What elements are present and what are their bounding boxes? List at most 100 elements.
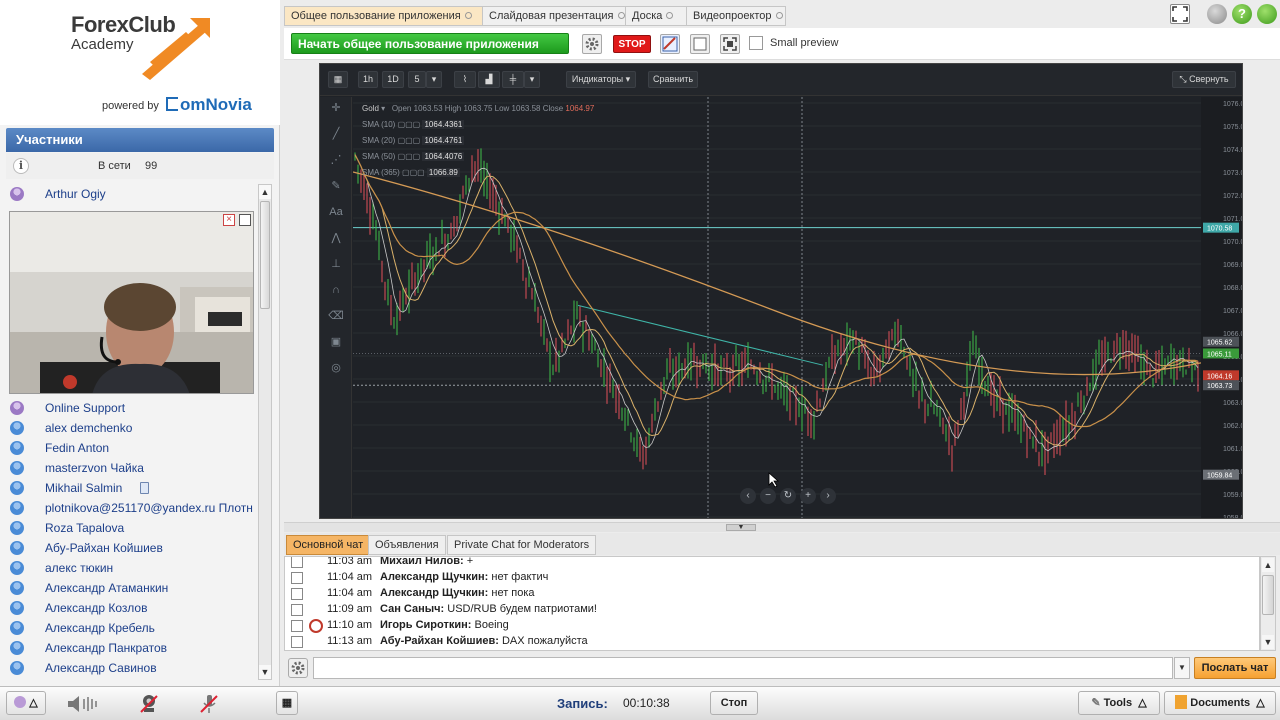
- text-tool-icon[interactable]: Aa: [328, 205, 344, 219]
- panel-splitter[interactable]: ▼: [284, 522, 1280, 532]
- message-checkbox[interactable]: [291, 557, 303, 568]
- documents-button[interactable]: Documents △: [1164, 691, 1276, 715]
- scroll-left-icon[interactable]: ‹: [740, 488, 756, 504]
- message-checkbox[interactable]: [291, 604, 303, 616]
- tab-announcements[interactable]: Объявления: [368, 535, 446, 555]
- phone-dial-icon[interactable]: ▦: [276, 691, 298, 715]
- region-select-icon[interactable]: [720, 34, 740, 54]
- participant-item[interactable]: alex demchenko: [6, 418, 258, 438]
- record-label: Запись:: [557, 696, 608, 711]
- message-time: 11:04 am: [327, 571, 373, 583]
- interval-5[interactable]: 5: [408, 71, 426, 88]
- participants-scrollbar[interactable]: ▲ ▼: [258, 184, 272, 680]
- participant-presenter[interactable]: Arthur Ogiy: [6, 184, 258, 204]
- compare-button[interactable]: Сравнить: [648, 71, 698, 88]
- info-icon[interactable]: i: [13, 158, 29, 174]
- tab-slides[interactable]: Слайдовая презентация: [482, 6, 626, 26]
- fib-icon[interactable]: ⋰: [328, 153, 344, 167]
- record-stop-button[interactable]: Стоп: [710, 691, 758, 715]
- interval-1d[interactable]: 1D: [382, 71, 404, 88]
- participant-item[interactable]: Roza Tapalova: [6, 518, 258, 538]
- participant-item[interactable]: Абу-Райхан Койшиев: [6, 538, 258, 558]
- participant-item[interactable]: Александр Козлов: [6, 598, 258, 618]
- collapse-arrow-icon[interactable]: ▼: [726, 524, 756, 531]
- settings-gear-icon[interactable]: [1207, 4, 1227, 24]
- participant-item[interactable]: Online Support: [6, 398, 258, 418]
- help-icon[interactable]: ?: [1232, 4, 1252, 24]
- chat-input[interactable]: [313, 657, 1173, 679]
- brush-icon[interactable]: ✎: [328, 179, 344, 193]
- tab-whiteboard[interactable]: Доска: [625, 6, 687, 26]
- reset-icon[interactable]: ↻: [780, 488, 796, 504]
- participant-item[interactable]: Mikhail Salmin: [6, 478, 258, 498]
- ma-label: SMA (50): [362, 152, 396, 161]
- collapse-button[interactable]: ⤡ Свернуть: [1172, 71, 1236, 88]
- message-checkbox[interactable]: [291, 588, 303, 600]
- recipient-dropdown-icon[interactable]: ▼: [1174, 657, 1190, 679]
- tab-video-projector[interactable]: Видеопроектор: [686, 6, 786, 26]
- chat-settings-gear-icon[interactable]: [288, 658, 308, 678]
- chart-layout-icon[interactable]: ▦: [328, 71, 348, 88]
- participant-item[interactable]: plotnikova@251170@yandex.ru Плотн: [6, 498, 258, 518]
- scroll-down-icon[interactable]: ▼: [259, 665, 271, 679]
- scroll-right-icon[interactable]: ›: [820, 488, 836, 504]
- chat-message: 11:04 am Александр Щучкин: нет пока: [285, 586, 1255, 602]
- participant-item[interactable]: Fedin Anton: [6, 438, 258, 458]
- message-checkbox[interactable]: [291, 620, 303, 632]
- participant-item[interactable]: Александр Кребель: [6, 618, 258, 638]
- user-status-button[interactable]: △: [6, 691, 46, 715]
- video-maximize-button[interactable]: [239, 214, 251, 226]
- tab-app-sharing[interactable]: Общее пользование приложения: [284, 6, 483, 26]
- participant-item[interactable]: Александр Панкратов: [6, 638, 258, 658]
- participant-item[interactable]: masterzvon Чайка: [6, 458, 258, 478]
- start-sharing-button[interactable]: Начать общее пользование приложения: [291, 33, 569, 54]
- remote-control-icon[interactable]: [660, 34, 680, 54]
- chart-type-dropdown-icon[interactable]: ▾: [524, 71, 540, 88]
- scroll-thumb[interactable]: [260, 201, 270, 309]
- interval-1h[interactable]: 1h: [358, 71, 378, 88]
- tools-button[interactable]: ✎ Tools △: [1078, 691, 1160, 715]
- power-icon[interactable]: [1257, 4, 1277, 24]
- tab-moderators-chat[interactable]: Private Chat for Moderators: [447, 535, 597, 555]
- measure-icon[interactable]: ⊥: [328, 257, 344, 271]
- message-checkbox[interactable]: [291, 572, 303, 584]
- area-chart-icon[interactable]: ▟: [478, 71, 500, 88]
- message-time: 11:09 am: [327, 603, 373, 615]
- crosshair-icon[interactable]: ✛: [328, 101, 344, 115]
- window-select-icon[interactable]: [690, 34, 710, 54]
- candle-chart-icon[interactable]: ╪: [502, 71, 524, 88]
- visibility-icon[interactable]: ◎: [328, 361, 344, 375]
- indicators-button[interactable]: Индикаторы ▾: [566, 71, 636, 88]
- gear-icon[interactable]: [582, 34, 602, 54]
- webcam-icon[interactable]: [138, 693, 160, 715]
- participant-item[interactable]: Александр Атаманкин: [6, 578, 258, 598]
- stop-button[interactable]: STOP: [613, 35, 651, 53]
- interval-dropdown-icon[interactable]: ▾: [426, 71, 442, 88]
- trendline-icon[interactable]: ╱: [328, 127, 344, 141]
- participant-item[interactable]: алекс тюкин: [6, 558, 258, 578]
- magnet-icon[interactable]: ∩: [328, 283, 344, 297]
- participant-item[interactable]: Александр Савинов: [6, 658, 258, 678]
- message-author: Михаил Нилов:: [380, 556, 464, 567]
- speaker-icon[interactable]: [66, 693, 97, 715]
- lock-icon[interactable]: ▣: [328, 335, 344, 349]
- scroll-up-icon[interactable]: ▲: [259, 185, 271, 199]
- fullscreen-icon[interactable]: [1170, 4, 1190, 24]
- price-chart[interactable]: 1076.00 1075.00 1074.00 1073.00 1072.00 1071.…: [353, 97, 1243, 519]
- send-chat-button[interactable]: Послать чат: [1194, 657, 1276, 679]
- scroll-up-icon[interactable]: ▲: [1262, 558, 1274, 572]
- tab-main-chat[interactable]: Основной чат: [286, 535, 371, 555]
- zoom-out-icon[interactable]: −: [760, 488, 776, 504]
- scroll-down-icon[interactable]: ▼: [1262, 635, 1274, 649]
- line-chart-icon[interactable]: ⌇: [454, 71, 476, 88]
- chat-scrollbar[interactable]: ▲ ▼: [1260, 556, 1276, 651]
- video-close-button[interactable]: ×: [223, 214, 235, 226]
- eraser-icon[interactable]: ⌫: [328, 309, 344, 323]
- message-checkbox[interactable]: [291, 636, 303, 648]
- scroll-thumb[interactable]: [1262, 575, 1274, 615]
- pattern-icon[interactable]: ⋀: [328, 231, 344, 245]
- zoom-in-icon[interactable]: +: [800, 488, 816, 504]
- microphone-icon[interactable]: [198, 693, 220, 715]
- small-preview-checkbox[interactable]: [749, 36, 763, 50]
- message-text: +: [463, 556, 474, 567]
